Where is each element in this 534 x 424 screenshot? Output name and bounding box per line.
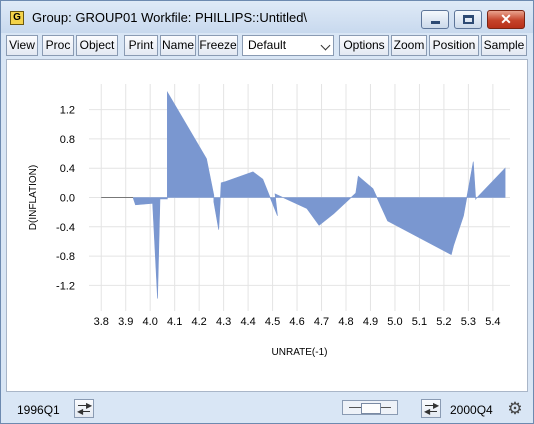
x-tick-label: 3.9	[118, 316, 133, 328]
x-tick-label: 5.1	[412, 316, 427, 328]
sample-button[interactable]: Sample	[481, 35, 527, 56]
minimize-button[interactable]	[421, 10, 449, 29]
chevron-down-icon	[320, 40, 331, 51]
x-tick-label: 5.3	[461, 316, 476, 328]
y-axis-label: D(INFLATION)	[28, 165, 39, 230]
x-tick-label: 4.2	[191, 316, 206, 328]
gear-icon[interactable]: ⚙	[506, 400, 524, 418]
area-chart: 3.8 3.9 4.0 4.1 4.2 4.3 4.4 4.5 4.6 4.7 4.8 4.9 5.0 5…	[28, 84, 510, 358]
group-window: G Group: GROUP01 Workfile: PHILLIPS::Unt…	[0, 0, 534, 424]
sample-start: 1996Q1	[17, 403, 60, 417]
x-tick-label: 4.1	[167, 316, 182, 328]
graph-template-value: Default	[248, 38, 287, 52]
x-tick-label: 4.4	[240, 316, 255, 328]
y-tick-label: 1.2	[60, 105, 75, 117]
swap-arrows-icon[interactable]: ▶ ◀	[74, 399, 94, 418]
y-tick-label: 0.0	[60, 193, 75, 205]
x-tick-label: 5.4	[485, 316, 500, 328]
x-tick-label: 4.9	[363, 316, 378, 328]
maximize-button[interactable]	[454, 10, 482, 29]
toolbar: View Proc Object Print Name Freeze Defau…	[6, 35, 529, 57]
sample-end: 2000Q4	[450, 403, 493, 417]
view-button[interactable]: View	[6, 35, 38, 56]
x-tick-label: 5.0	[387, 316, 402, 328]
freeze-button[interactable]: Freeze	[198, 35, 238, 56]
x-tick-label: 4.7	[314, 316, 329, 328]
minimize-icon	[431, 21, 440, 24]
x-tick-label: 3.8	[94, 316, 109, 328]
close-icon: ✕	[500, 11, 512, 27]
group-icon[interactable]: G	[10, 11, 24, 25]
zoom-button[interactable]: Zoom	[391, 35, 427, 56]
name-button[interactable]: Name	[160, 35, 196, 56]
x-tick-label: 4.8	[338, 316, 353, 328]
x-tick-label: 5.2	[436, 316, 451, 328]
proc-button[interactable]: Proc	[42, 35, 74, 56]
y-tick-label: -0.4	[56, 222, 75, 234]
status-bar: 1996Q1 ▶ ◀ ▶ ◀ 2000Q4 ⚙	[1, 394, 533, 423]
x-tick-label: 4.3	[216, 316, 231, 328]
y-tick-label: 0.4	[60, 163, 75, 175]
position-button[interactable]: Position	[429, 35, 479, 56]
swap-arrows-icon[interactable]: ▶ ◀	[421, 399, 441, 418]
x-tick-label: 4.0	[143, 316, 158, 328]
title-bar[interactable]: G Group: GROUP01 Workfile: PHILLIPS::Unt…	[1, 1, 533, 33]
object-button[interactable]: Object	[76, 35, 118, 56]
y-tick-label: 0.8	[60, 134, 75, 146]
window-title: Group: GROUP01 Workfile: PHILLIPS::Untit…	[32, 10, 308, 25]
y-tick-label: -1.2	[56, 280, 75, 292]
x-tick-label: 4.5	[265, 316, 280, 328]
x-tick-label: 4.6	[289, 316, 304, 328]
slider-thumb[interactable]	[361, 403, 381, 414]
graph-area[interactable]: 3.8 3.9 4.0 4.1 4.2 4.3 4.4 4.5 4.6 4.7 4.8 4.9 5.0 5…	[6, 59, 528, 392]
sample-slider[interactable]	[342, 400, 398, 415]
x-axis-label: UNRATE(-1)	[272, 347, 328, 358]
print-button[interactable]: Print	[124, 35, 158, 56]
options-button[interactable]: Options	[339, 35, 389, 56]
graph-template-select[interactable]: Default	[242, 35, 334, 56]
series-area	[101, 90, 506, 299]
close-button[interactable]: ✕	[487, 10, 525, 29]
y-tick-label: -0.8	[56, 251, 75, 263]
maximize-icon	[463, 15, 474, 24]
